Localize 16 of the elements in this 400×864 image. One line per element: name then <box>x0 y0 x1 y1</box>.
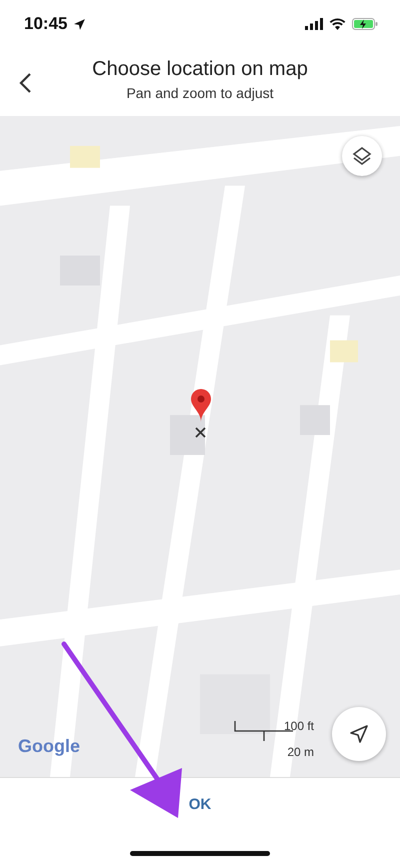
status-time: 10:45 <box>24 14 68 34</box>
layers-icon <box>352 146 372 166</box>
location-arrow-icon <box>73 18 86 30</box>
scale-label: 100 ft <box>284 719 314 733</box>
page-subtitle: Pan and zoom to adjust <box>126 84 274 100</box>
signal-icon <box>305 18 323 30</box>
cross-icon <box>195 427 206 438</box>
ok-button[interactable]: OK <box>178 792 222 817</box>
back-icon <box>18 72 32 94</box>
scale-label: 20 m <box>287 745 314 759</box>
battery-charging-icon <box>352 18 378 30</box>
wifi-icon <box>329 18 346 30</box>
map-logo: Google <box>18 736 80 757</box>
map-pin-icon <box>190 388 212 422</box>
page-title: Choose location on map <box>92 58 308 80</box>
navigation-arrow-icon <box>349 724 369 744</box>
